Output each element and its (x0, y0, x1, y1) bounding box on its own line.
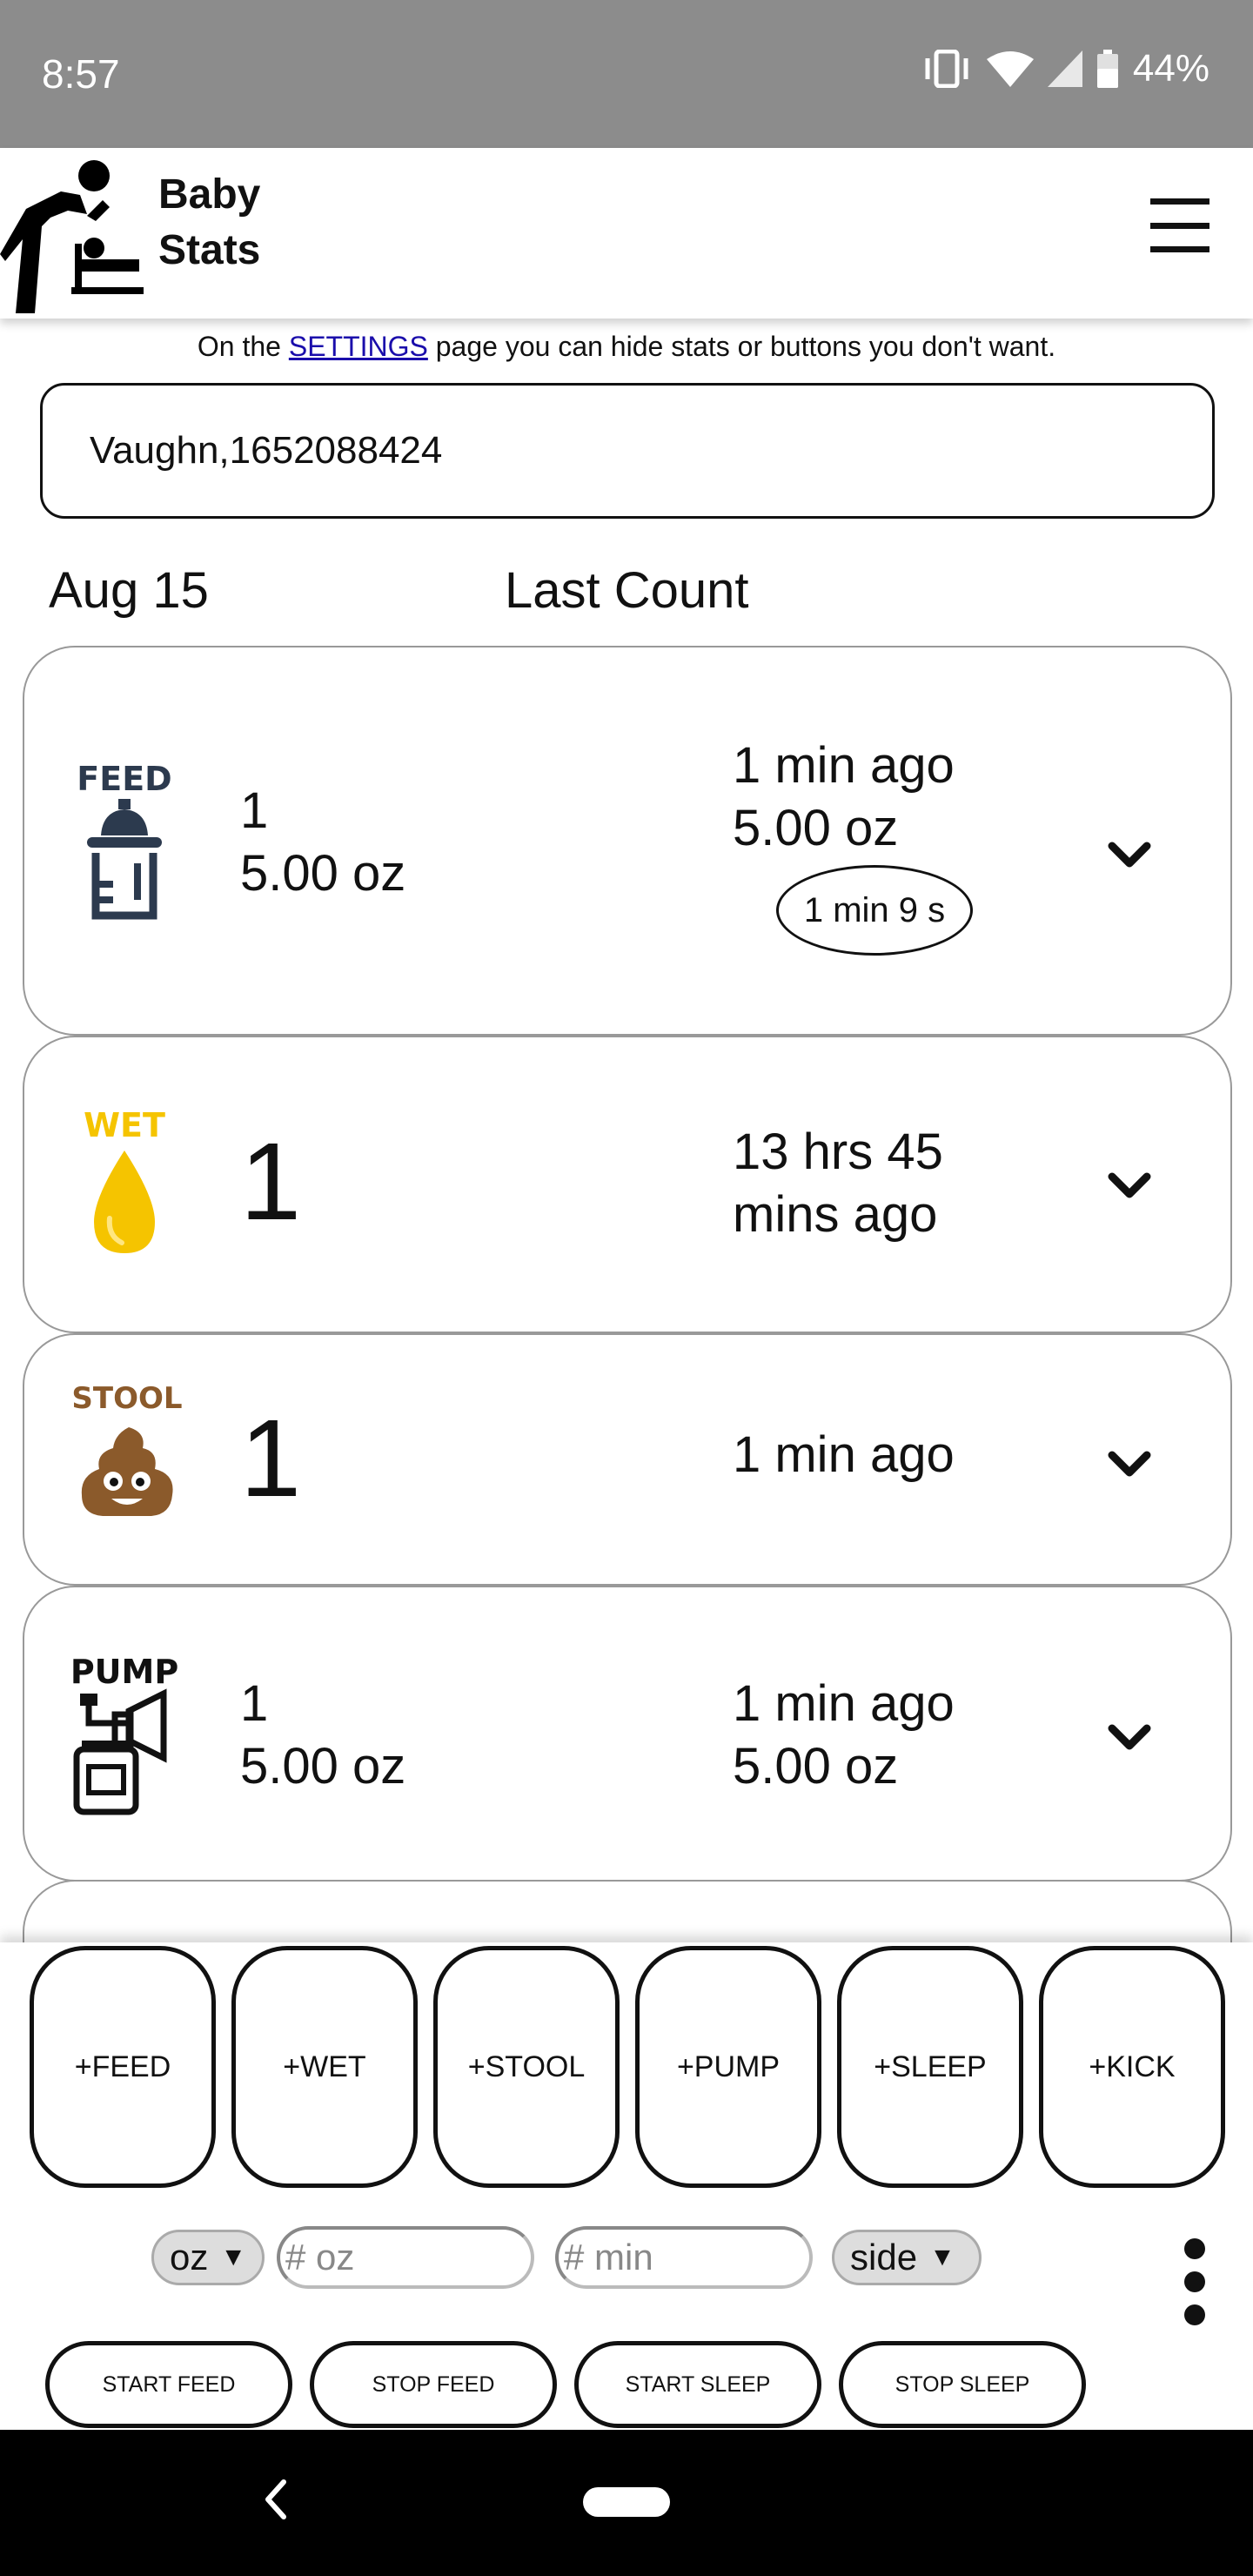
side-select[interactable]: side ▼ (832, 2230, 982, 2285)
quick-action-panel: +FEED +WET +STOOL +PUMP +SLEEP +KICK oz ▼… (0, 1942, 1253, 2430)
kebab-icon (1184, 2238, 1205, 2259)
battery-icon (1096, 50, 1119, 88)
system-nav-bar (0, 2430, 1253, 2576)
pump-last-amount: 5.00 oz (733, 1738, 899, 1794)
status-bar: 8:57 44% (0, 0, 1253, 148)
unit-select[interactable]: oz ▼ (151, 2230, 265, 2285)
status-icons: 44% (921, 47, 1209, 91)
svg-text:FEED: FEED (77, 761, 171, 798)
wet-count: 1 (240, 1120, 302, 1243)
stat-card-wet[interactable]: WET 1 13 hrs 45 mins ago (23, 1036, 1232, 1333)
baby-name-field[interactable]: Vaughn,1652088424 (40, 383, 1215, 519)
wet-last-time-line1: 13 hrs 45 (733, 1124, 943, 1180)
stool-count: 1 (240, 1397, 302, 1519)
svg-text:STOOL: STOOL (71, 1381, 182, 1416)
home-pill-button[interactable] (583, 2487, 670, 2517)
min-input[interactable]: # min (555, 2226, 813, 2289)
chevron-down-icon[interactable] (1103, 1446, 1156, 1481)
chevron-down-icon[interactable] (1103, 837, 1156, 872)
pump-last-time: 1 min ago (733, 1675, 955, 1732)
oz-input[interactable]: # oz (277, 2226, 534, 2289)
last-count-heading: Last Count (505, 562, 749, 619)
chevron-down-icon[interactable] (1103, 1720, 1156, 1754)
wet-drop-icon: WET (68, 1106, 181, 1268)
hamburger-menu-button[interactable] (1150, 198, 1209, 252)
brand-title: Baby Stats (158, 171, 261, 273)
date-heading: Aug 15 (49, 562, 209, 619)
settings-link[interactable]: SETTINGS (289, 331, 428, 362)
stool-last-time: 1 min ago (733, 1426, 955, 1483)
start-sleep-button[interactable]: START SLEEP (574, 2341, 821, 2428)
add-wet-button[interactable]: +WET (231, 1946, 418, 2188)
stop-feed-button[interactable]: STOP FEED (310, 2341, 557, 2428)
add-kick-button[interactable]: +KICK (1039, 1946, 1225, 2188)
stop-sleep-button[interactable]: STOP SLEEP (839, 2341, 1086, 2428)
settings-notice: On the SETTINGS page you can hide stats … (197, 331, 1056, 362)
feed-last-amount: 5.00 oz (733, 800, 899, 856)
status-time: 8:57 (42, 51, 120, 97)
stat-card-stool[interactable]: STOOL 1 1 min ago (23, 1333, 1232, 1586)
wet-last-time-line2: mins ago (733, 1186, 938, 1243)
dropdown-arrow-icon: ▼ (929, 2243, 955, 2271)
app-header: Baby Stats (0, 148, 1253, 319)
stat-card-pump[interactable]: PUMP 1 5.00 oz 1 min ago 5.00 oz (23, 1586, 1232, 1882)
add-pump-button[interactable]: +PUMP (635, 1946, 821, 2188)
stat-card-feed[interactable]: FEED 1 5.00 oz 1 min ago 5.00 oz 1 min 9… (23, 646, 1232, 1036)
signal-icon (1047, 50, 1082, 87)
more-options-button[interactable] (1182, 2238, 1208, 2325)
feed-last-time: 1 min ago (733, 737, 955, 794)
pump-count: 1 (240, 1675, 269, 1732)
baby-changing-icon (0, 157, 148, 313)
feed-bottle-icon: FEED (68, 760, 181, 930)
pump-amount: 5.00 oz (240, 1738, 406, 1794)
battery-percent: 44% (1132, 47, 1209, 90)
add-sleep-button[interactable]: +SLEEP (837, 1946, 1023, 2188)
dropdown-arrow-icon: ▼ (220, 2243, 247, 2271)
chevron-down-icon[interactable] (1103, 1168, 1156, 1203)
vibrate-icon (921, 50, 973, 88)
stool-poop-icon: STOOL (68, 1379, 186, 1540)
start-feed-button[interactable]: START FEED (45, 2341, 292, 2428)
feed-amount: 5.00 oz (240, 845, 406, 902)
add-feed-button[interactable]: +FEED (30, 1946, 216, 2188)
wifi-icon (986, 50, 1034, 87)
back-icon[interactable] (258, 2473, 292, 2526)
breast-pump-icon: PUMP (68, 1653, 181, 1820)
hamburger-icon (1150, 198, 1209, 205)
add-stool-button[interactable]: +STOOL (433, 1946, 620, 2188)
feed-timer-badge: 1 min 9 s (776, 865, 973, 956)
svg-text:PUMP: PUMP (70, 1654, 178, 1691)
svg-text:WET: WET (84, 1107, 165, 1144)
feed-count: 1 (240, 782, 269, 839)
